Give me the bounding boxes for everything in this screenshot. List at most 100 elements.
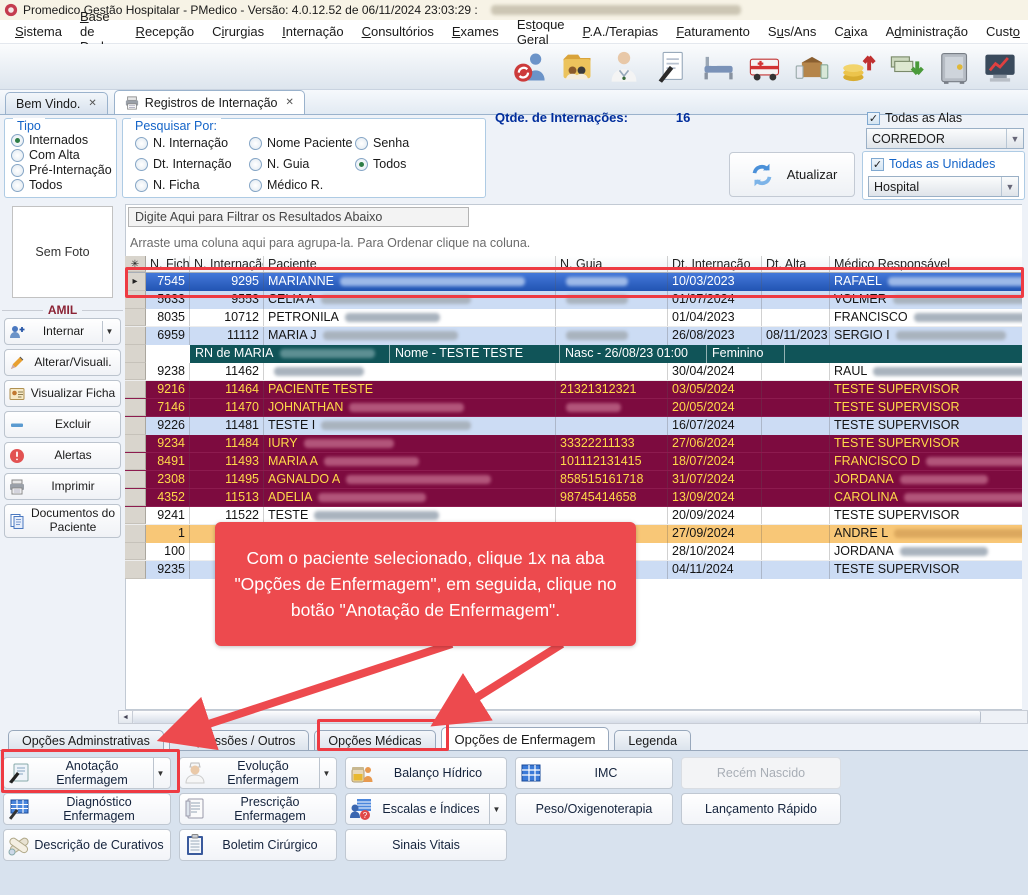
radio-dt-internacao[interactable]: Dt. Internação xyxy=(135,157,249,171)
radio-icon xyxy=(11,134,24,147)
radio-senha[interactable]: Senha xyxy=(355,136,455,150)
dropdown-arrow-icon[interactable]: ▼ xyxy=(319,758,333,788)
table-row[interactable]: ▸75459295MARIANNE10/03/2023RAFAEL xyxy=(125,273,1022,291)
table-row[interactable]: 695911112MARIA J26/08/202308/11/2023SERG… xyxy=(125,327,1022,345)
todas-as-unidades-checkbox[interactable]: ✓Todas as Unidades xyxy=(871,157,995,171)
radio-pre-internacao[interactable]: Pré-Internação xyxy=(11,163,116,177)
column-header-n-guia[interactable]: N. Guia xyxy=(556,256,668,272)
radio-nome-paciente[interactable]: Nome Paciente xyxy=(249,136,355,150)
tab-bem-vindo[interactable]: Bem Vindo.✕ xyxy=(5,92,108,114)
radio-todos[interactable]: Todos xyxy=(11,178,116,192)
button-label: Documentos do Paciente xyxy=(30,507,116,535)
table-row[interactable]: 714611470JOHNATHAN20/05/2024TESTE SUPERV… xyxy=(125,399,1022,417)
pharmacy-box-icon[interactable] xyxy=(794,49,830,85)
table-row[interactable]: 56339553CELIA A01/07/2024VOLMER xyxy=(125,291,1022,309)
todas-as-alas-checkbox[interactable]: ✓Todas as Alas xyxy=(867,111,962,125)
menu-caixa[interactable]: Caixa xyxy=(825,21,876,42)
radio-todos[interactable]: Todos xyxy=(355,157,455,171)
column-header-dt-internacao[interactable]: Dt. Internação xyxy=(668,256,762,272)
peso-oxigenoterapia-button[interactable]: Peso/Oxigenoterapia xyxy=(515,793,673,825)
lancamento-rapido-button[interactable]: Lançamento Rápido xyxy=(681,793,841,825)
patients-folder-icon[interactable] xyxy=(559,49,595,85)
ambulance-icon[interactable] xyxy=(747,49,783,85)
table-row[interactable]: 921611464PACIENTE TESTE2132131232103/05/… xyxy=(125,381,1022,399)
tab-opcoes-de-enfermagem[interactable]: Opções de Enfermagem xyxy=(441,727,610,751)
dropdown-arrow-icon[interactable]: ▼ xyxy=(153,758,167,788)
tab-close-icon[interactable]: ✕ xyxy=(88,98,96,109)
column-header-n-ficha[interactable]: N. Ficha xyxy=(146,256,190,272)
table-row[interactable]: 435211513ADELIA9874541465813/09/2024CARO… xyxy=(125,489,1022,507)
column-header-dt-alta[interactable]: Dt. Alta xyxy=(762,256,830,272)
table-row[interactable]: 230811495AGNALDO A85851516171831/07/2024… xyxy=(125,471,1022,489)
column-header-medico-responsavel[interactable]: Médico Responsável xyxy=(830,256,1022,272)
imc-button[interactable]: IMC xyxy=(515,757,673,789)
dropdown-arrow-icon[interactable]: ▼ xyxy=(102,321,116,342)
menu-faturamento[interactable]: Faturamento xyxy=(667,21,759,42)
nursing-options-panel: Anotação Enfermagem▼Evolução Enfermagem▼… xyxy=(0,750,1028,895)
horizontal-scrollbar[interactable]: ◄ xyxy=(118,710,1028,724)
hospital-bed-icon[interactable] xyxy=(700,49,736,85)
descricao-de-curativos-button[interactable]: Descrição de Curativos xyxy=(3,829,171,861)
menu-sistema[interactable]: Sistema xyxy=(6,21,71,42)
menu-administracao[interactable]: Administração xyxy=(877,21,977,42)
table-row[interactable]: 922611481TESTE I16/07/2024TESTE SUPERVIS… xyxy=(125,417,1022,435)
excluir-button[interactable]: Excluir xyxy=(4,411,121,438)
escalas-e-indices-button[interactable]: ?Escalas e Índices▼ xyxy=(345,793,507,825)
doctor-icon[interactable] xyxy=(606,49,642,85)
anotacao-enfermagem-button[interactable]: Anotação Enfermagem▼ xyxy=(3,757,171,789)
safe-icon[interactable] xyxy=(935,49,971,85)
table-row[interactable]: RN de MARIANome - TESTE TESTENasc - 26/0… xyxy=(125,345,1022,363)
menu-consultorios[interactable]: Consultórios xyxy=(353,21,443,42)
tab-close-icon[interactable]: ✕ xyxy=(286,97,294,108)
tab-registros-de-internacao[interactable]: Registros de Internação✕ xyxy=(114,90,305,114)
visualizar-ficha-button[interactable]: Visualizar Ficha xyxy=(4,380,121,407)
menu-cirurgias[interactable]: Cirurgias xyxy=(203,21,273,42)
menu-p-a-terapias[interactable]: P.A./Terapias xyxy=(574,21,668,42)
sinais-vitais-button[interactable]: Sinais Vitais xyxy=(345,829,507,861)
internar-button[interactable]: Internar▼ xyxy=(4,318,121,345)
menu-custo[interactable]: Custo xyxy=(977,21,1028,42)
evolucao-enfermagem-button[interactable]: Evolução Enfermagem▼ xyxy=(179,757,337,789)
column-header-n-internacao[interactable]: N. Internação xyxy=(190,256,264,272)
tab-opcoes-adminstrativas[interactable]: Opções Adminstrativas xyxy=(8,730,164,751)
boletim-cirurgico-button[interactable]: Boletim Cirúrgico xyxy=(179,829,337,861)
menu-sus-ans[interactable]: Sus/Ans xyxy=(759,21,825,42)
menu-exames[interactable]: Exames xyxy=(443,21,508,42)
column-header-paciente[interactable]: Paciente xyxy=(264,256,556,272)
unidade-combobox[interactable]: Hospital▼ xyxy=(868,176,1019,197)
table-row[interactable]: 849111493MARIA A10111213141518/07/2024FR… xyxy=(125,453,1022,471)
table-row[interactable]: 803510712PETRONILA01/04/2023FRANCISCO xyxy=(125,309,1022,327)
revenue-up-icon[interactable] xyxy=(841,49,877,85)
scrollbar-thumb[interactable] xyxy=(133,711,981,723)
menu-recepcao[interactable]: Recepção xyxy=(127,21,204,42)
radio-n-ficha[interactable]: N. Ficha xyxy=(135,178,249,192)
balanco-hidrico-button[interactable]: Balanço Hídrico xyxy=(345,757,507,789)
prescricao-enfermagem-button[interactable]: Prescrição Enfermagem xyxy=(179,793,337,825)
imprimir-button[interactable]: Imprimir xyxy=(4,473,121,500)
menu-internacao[interactable]: Internação xyxy=(273,21,352,42)
radio-n-internacao[interactable]: N. Internação xyxy=(135,136,249,150)
menu-bar: SistemaBase de DadosRecepçãoCirurgiasInt… xyxy=(0,20,1028,44)
billing-panel-icon[interactable] xyxy=(982,49,1018,85)
tab-impressoes-outros[interactable]: Impressões / Outros xyxy=(169,730,310,751)
contract-icon[interactable] xyxy=(653,49,689,85)
radio-medico-r[interactable]: Médico R. xyxy=(249,178,355,192)
table-row[interactable]: 923411484IURY3332221113327/06/2024TESTE … xyxy=(125,435,1022,453)
documentos-do-paciente-button[interactable]: Documentos do Paciente xyxy=(4,504,121,538)
alertas-button[interactable]: Alertas xyxy=(4,442,121,469)
radio-com-alta[interactable]: Com Alta xyxy=(11,148,116,162)
grid-filter-input[interactable]: Digite Aqui para Filtrar os Resultados A… xyxy=(128,207,469,227)
atualizar-button[interactable]: Atualizar xyxy=(729,152,855,197)
tab-legenda[interactable]: Legenda xyxy=(614,730,691,751)
radio-n-guia[interactable]: N. Guia xyxy=(249,157,355,171)
dropdown-arrow-icon[interactable]: ▼ xyxy=(489,794,503,824)
table-row[interactable]: 92381146230/04/2024RAUL xyxy=(125,363,1022,381)
diagnostico-enfermagem-button[interactable]: Diagnóstico Enfermagem xyxy=(3,793,171,825)
alterar-visuali-button[interactable]: Alterar/Visuali. xyxy=(4,349,121,376)
users-sync-icon[interactable] xyxy=(512,49,548,85)
ala-combobox[interactable]: CORREDOR▼ xyxy=(866,128,1024,149)
scroll-left-icon[interactable]: ◄ xyxy=(119,711,133,723)
expense-down-icon[interactable] xyxy=(888,49,924,85)
tab-opcoes-medicas[interactable]: Opções Médicas xyxy=(314,730,435,751)
radio-internados[interactable]: Internados xyxy=(11,133,116,147)
